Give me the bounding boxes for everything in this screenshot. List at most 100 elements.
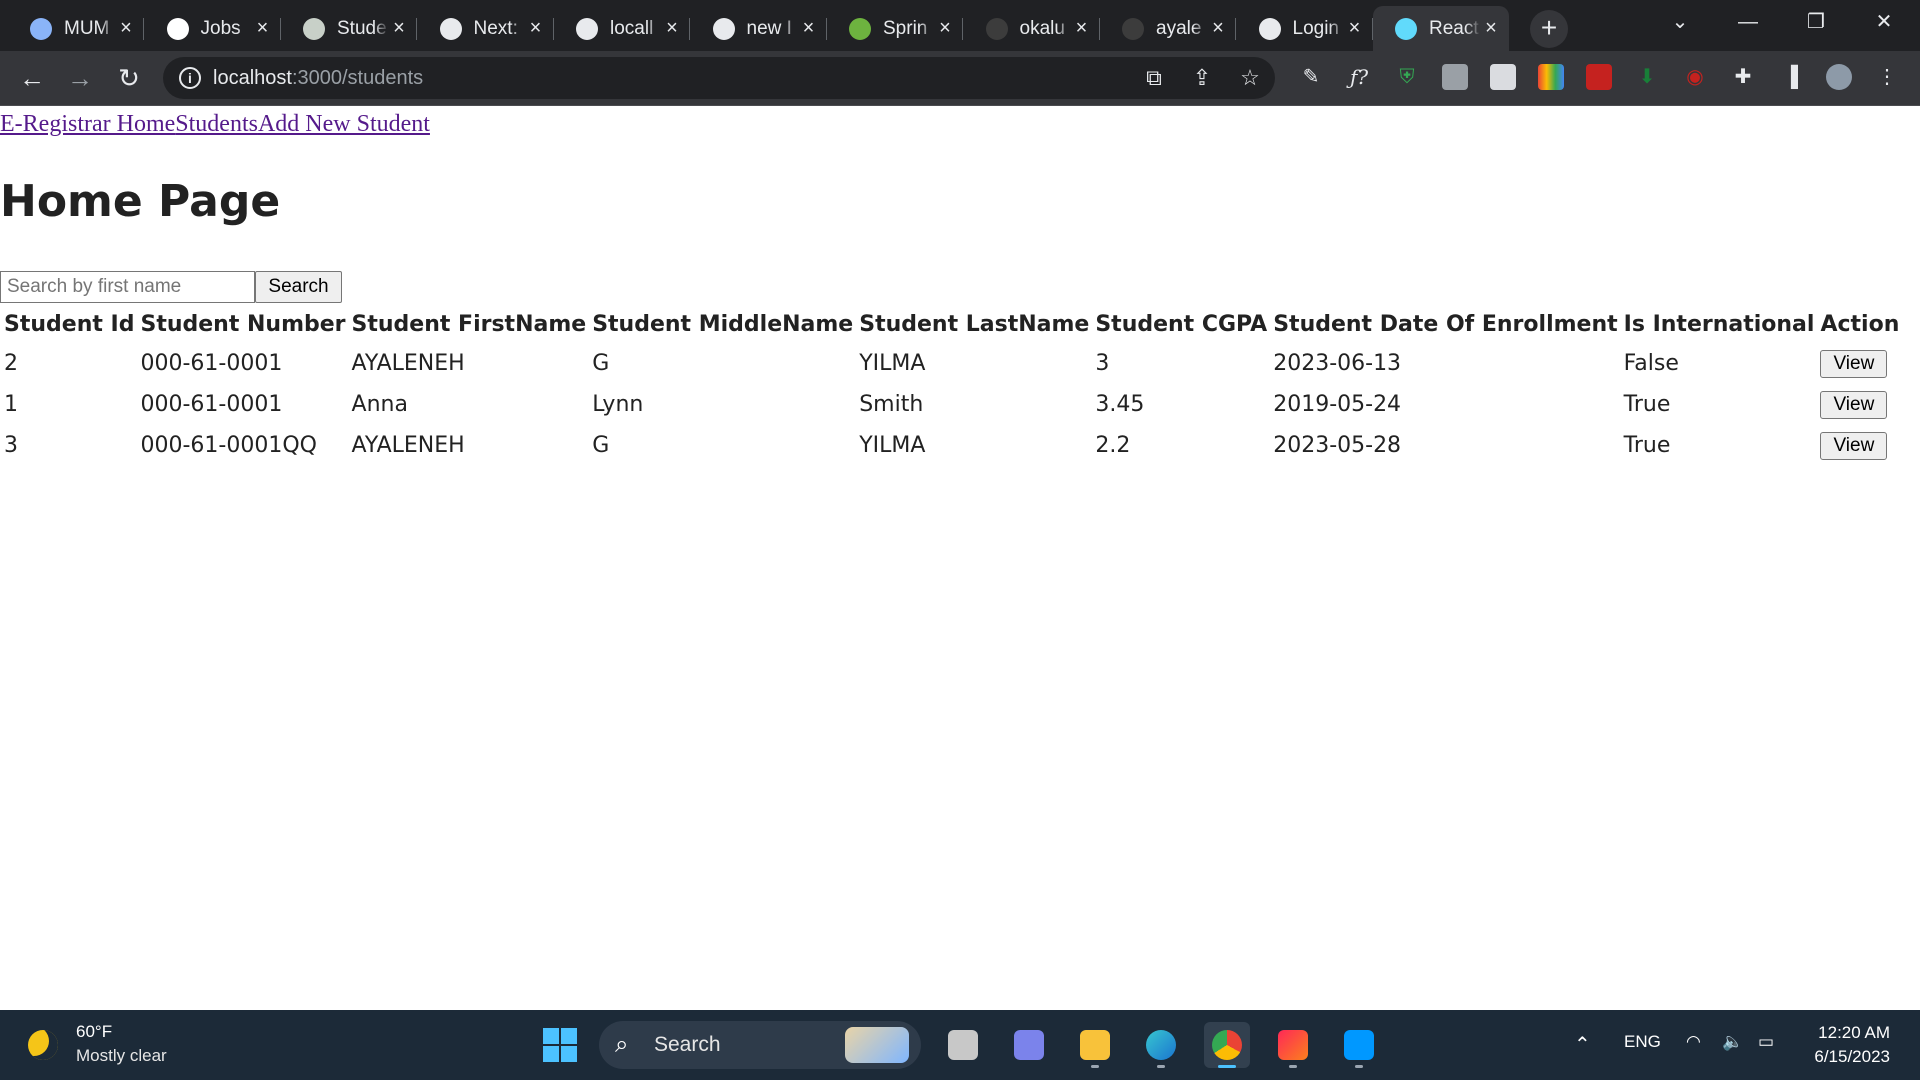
battery-icon[interactable]: ▭ [1758, 1032, 1774, 1052]
browser-tab[interactable]: React × [1373, 6, 1509, 51]
student-id-cell: 2 [4, 351, 18, 376]
close-tab-icon[interactable]: × [389, 17, 409, 40]
close-tab-icon[interactable]: × [253, 17, 273, 40]
file-explorer-icon[interactable] [1072, 1022, 1118, 1068]
moon-weather-icon[interactable] [28, 1030, 58, 1060]
red-extension-icon[interactable] [1586, 64, 1612, 90]
reload-button[interactable]: ↻ [112, 61, 146, 95]
tab-title: Login [1292, 17, 1340, 39]
system-clock[interactable]: 12:20 AM 6/15/2023 [1800, 1021, 1890, 1069]
notes-extension-icon[interactable] [1442, 64, 1468, 90]
view-button[interactable]: View [1820, 431, 1888, 460]
close-tab-icon[interactable]: × [116, 17, 136, 40]
language-indicator[interactable]: ENG [1624, 1032, 1661, 1052]
close-tab-icon[interactable]: × [1481, 17, 1501, 40]
search-button[interactable]: Search [255, 271, 342, 303]
close-tab-icon[interactable]: × [935, 17, 955, 40]
puzzle-extensions-icon[interactable]: ✚ [1730, 64, 1756, 90]
tab-search-chevron-icon[interactable]: ⌄ [1646, 0, 1714, 44]
menu-kebab-icon[interactable]: ⋮ [1874, 64, 1900, 90]
globe-icon [712, 17, 735, 40]
bookmark-star-icon[interactable]: ☆ [1237, 65, 1263, 91]
windows-start-icon[interactable] [543, 1028, 577, 1062]
browser-tab[interactable]: new I × [691, 6, 827, 51]
weather-description[interactable]: Mostly clear [76, 1046, 167, 1066]
vscode-icon[interactable] [1336, 1022, 1382, 1068]
browser-tab[interactable]: Next: × [418, 6, 554, 51]
close-tab-icon[interactable]: × [799, 17, 819, 40]
intellij-icon[interactable] [1270, 1022, 1316, 1068]
close-tab-icon[interactable]: × [662, 17, 682, 40]
tray-chevron-up-icon[interactable]: ⌃ [1574, 1032, 1591, 1057]
column-header: Student LastName [859, 311, 1090, 337]
close-tab-icon[interactable]: × [526, 17, 546, 40]
color-extension-icon[interactable] [1538, 64, 1564, 90]
browser-tab[interactable]: locall × [554, 6, 690, 51]
browser-tab[interactable]: ayale × [1100, 6, 1236, 51]
column-header: Student Id [4, 311, 135, 337]
middle-name-cell: G [592, 433, 610, 458]
view-button[interactable]: View [1820, 349, 1888, 378]
nav-add-student-link[interactable]: Add New Student [258, 111, 430, 137]
hand-extension-icon[interactable] [1490, 64, 1516, 90]
address-bar[interactable]: i localhost:3000/students ⧉ ⇪ ☆ [163, 57, 1275, 99]
international-cell: True [1623, 433, 1671, 458]
column-header: Student MiddleName [592, 311, 854, 337]
first-name-cell: AYALENEH [351, 351, 465, 376]
open-in-app-icon[interactable]: ⧉ [1141, 65, 1167, 91]
last-name-cell: YILMA [859, 351, 926, 376]
student-number-cell: 000-61-0001QQ [140, 433, 317, 458]
last-name-cell: YILMA [859, 433, 926, 458]
restore-button[interactable]: ❐ [1782, 0, 1850, 44]
international-cell: False [1623, 351, 1679, 376]
weather-temperature[interactable]: 60°F [76, 1022, 112, 1042]
formula-extension-icon[interactable]: ƒ? [1346, 64, 1372, 90]
close-tab-icon[interactable]: × [1208, 17, 1228, 40]
enrollment-date-cell: 2019-05-24 [1273, 392, 1402, 417]
teams-chat-icon[interactable] [1006, 1022, 1052, 1068]
edge-icon[interactable] [1138, 1022, 1184, 1068]
view-button[interactable]: View [1820, 390, 1888, 419]
chrome-icon[interactable] [1204, 1022, 1250, 1068]
browser-tab[interactable]: Stude × [281, 6, 417, 51]
shield-extension-icon[interactable]: ⛨ [1394, 64, 1420, 90]
download-extension-icon[interactable]: ⬇ [1634, 64, 1660, 90]
site-info-icon[interactable]: i [179, 67, 201, 89]
task-view-icon[interactable] [940, 1022, 986, 1068]
browser-tab[interactable]: Sprin × [827, 6, 963, 51]
profile-avatar[interactable] [1826, 64, 1852, 90]
browser-toolbar: ← → ↻ i localhost:3000/students ⧉ ⇪ ☆ ✎ … [0, 51, 1920, 106]
taskbar-search[interactable]: ⌕ Search [599, 1021, 921, 1069]
share-icon[interactable]: ⇪ [1189, 65, 1215, 91]
forward-button[interactable]: → [63, 61, 97, 95]
student-number-cell: 000-61-0001 [140, 351, 283, 376]
url-text[interactable]: localhost:3000/students [213, 67, 423, 90]
tab-title: MUM [64, 17, 110, 39]
react-icon [1395, 17, 1417, 40]
first-name-cell: Anna [351, 392, 408, 417]
search-input[interactable] [0, 271, 255, 303]
close-window-button[interactable]: ✕ [1850, 0, 1918, 44]
volume-icon[interactable]: 🔈 [1722, 1032, 1743, 1052]
action-cell: View [1818, 344, 1901, 383]
browser-tab[interactable]: Jobs × [145, 6, 281, 51]
close-tab-icon[interactable]: × [1072, 17, 1092, 40]
browser-tab[interactable]: MUM × [8, 6, 144, 51]
browser-tab[interactable]: Login × [1237, 6, 1373, 51]
side-panel-icon[interactable]: ▐ [1778, 64, 1804, 90]
browser-tab[interactable]: okalu × [964, 6, 1100, 51]
minimize-button[interactable]: — [1714, 0, 1782, 44]
back-button[interactable]: ← [15, 61, 49, 95]
column-header: Student FirstName [351, 311, 587, 337]
pen-extension-icon[interactable]: ✎ [1298, 64, 1324, 90]
record-extension-icon[interactable]: ◉ [1682, 64, 1708, 90]
close-tab-icon[interactable]: × [1345, 17, 1365, 40]
github-icon [1122, 17, 1144, 40]
table-row: 2 000-61-0001 AYALENEH G YILMA 3 2023-06-13 Fal… [2, 344, 1901, 383]
wifi-icon[interactable]: ◠ [1686, 1032, 1701, 1052]
tab-title: Stude [337, 17, 387, 39]
new-tab-button[interactable]: + [1530, 10, 1568, 48]
nav-students-link[interactable]: Students [175, 111, 258, 137]
clock-date: 6/15/2023 [1814, 1047, 1890, 1066]
nav-home-link[interactable]: E-Registrar Home [0, 111, 175, 137]
